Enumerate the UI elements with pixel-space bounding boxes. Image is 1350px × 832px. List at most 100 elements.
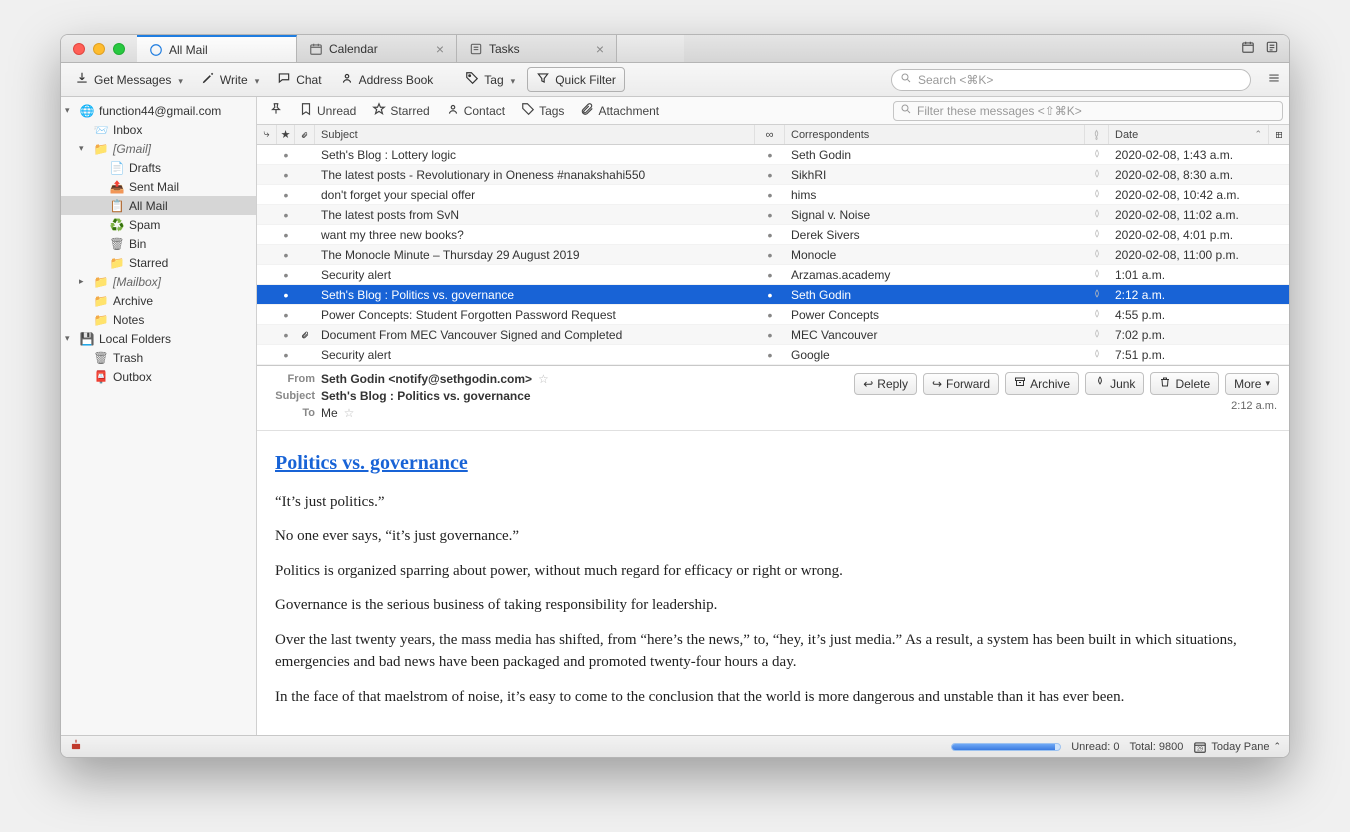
tab-calendar[interactable]: Calendar× [297, 35, 457, 62]
col-thread[interactable]: ⤷ [257, 125, 277, 144]
offline-icon[interactable] [69, 738, 83, 755]
archive-button[interactable]: Archive [1005, 372, 1079, 395]
message-row[interactable]: •don't forget your special offer•hims202… [257, 185, 1289, 205]
col-picker[interactable] [1269, 125, 1289, 144]
junk-indicator [1085, 285, 1109, 304]
chat-label: Chat [296, 73, 321, 87]
filter-unread[interactable]: Unread [293, 100, 362, 121]
star-icon[interactable]: ☆ [344, 406, 355, 420]
today-pane-toggle[interactable]: 29 Today Pane ⌃ [1193, 740, 1281, 754]
message-row[interactable]: •want my three new books?•Derek Sivers20… [257, 225, 1289, 245]
twisty-icon[interactable]: ▾ [65, 333, 75, 344]
tab-tasks[interactable]: Tasks× [457, 35, 617, 62]
folder-starred[interactable]: 📁Starred [61, 253, 256, 272]
folder-function44-gmail-com[interactable]: ▾🌐function44@gmail.com [61, 101, 256, 120]
filter-starred[interactable]: Starred [366, 100, 435, 121]
quick-filter-button[interactable]: Quick Filter [527, 67, 625, 92]
read-dot: • [277, 145, 295, 164]
col-star[interactable]: ★ [277, 125, 295, 144]
zoom-window-button[interactable] [113, 43, 125, 55]
col-date[interactable]: Date⌃ [1109, 125, 1269, 144]
col-attachment[interactable] [295, 125, 315, 144]
message-row[interactable]: •Document From MEC Vancouver Signed and … [257, 325, 1289, 345]
folder-label: Outbox [113, 370, 152, 384]
folder--gmail-[interactable]: ▾📁[Gmail] [61, 139, 256, 158]
dropdown-caret-icon[interactable] [253, 73, 260, 87]
message-row[interactable]: •Power Concepts: Student Forgotten Passw… [257, 305, 1289, 325]
tag-button[interactable]: Tag [459, 68, 521, 91]
message-row[interactable]: •The latest posts - Revolutionary in One… [257, 165, 1289, 185]
message-row[interactable]: •Seth's Blog : Lottery logic•Seth Godin2… [257, 145, 1289, 165]
folder-local-folders[interactable]: ▾💾Local Folders [61, 329, 256, 348]
col-correspondents[interactable]: Correspondents [785, 125, 1085, 144]
close-window-button[interactable] [73, 43, 85, 55]
filter-placeholder: Filter these messages <⇧⌘K> [917, 104, 1082, 118]
col-subject[interactable]: Subject [315, 125, 755, 144]
message-row[interactable]: •The latest posts from SvN•Signal v. Noi… [257, 205, 1289, 225]
twisty-icon[interactable]: ▾ [65, 105, 75, 116]
junk-indicator [1085, 225, 1109, 244]
folder-inbox[interactable]: 📨Inbox [61, 120, 256, 139]
twisty-icon[interactable]: ▾ [79, 143, 89, 154]
chat-button[interactable]: Chat [271, 68, 327, 91]
address-book-button[interactable]: Address Book [334, 68, 440, 91]
minimize-window-button[interactable] [93, 43, 105, 55]
star-icon[interactable]: ☆ [538, 372, 549, 386]
folder-all-mail[interactable]: 📋All Mail [61, 196, 256, 215]
dropdown-caret-icon[interactable] [509, 73, 516, 87]
read-dot: • [277, 305, 295, 324]
message-row[interactable]: •Security alert•Arzamas.academy1:01 a.m. [257, 265, 1289, 285]
preview-body: Politics vs. governance “It’s just polit… [257, 431, 1289, 735]
tasks-icon[interactable] [1265, 40, 1279, 57]
close-tab-icon[interactable]: × [436, 41, 444, 57]
attachment-cell [295, 305, 315, 324]
app-menu-button[interactable] [1267, 71, 1281, 88]
filter-attachment[interactable]: Attachment [574, 100, 665, 121]
delete-button[interactable]: Delete [1150, 372, 1219, 395]
folder-bin[interactable]: 🗑Bin [61, 234, 256, 253]
message-row[interactable]: •The Monocle Minute – Thursday 29 August… [257, 245, 1289, 265]
reply-button[interactable]: ↩Reply [854, 373, 917, 395]
junk-indicator [1085, 145, 1109, 164]
folder-outbox[interactable]: 📮Outbox [61, 367, 256, 386]
article-title-link[interactable]: Politics vs. governance [275, 452, 468, 474]
folder-trash[interactable]: 🗑Trash [61, 348, 256, 367]
folder-label: Inbox [113, 123, 142, 137]
subject-cell: Document From MEC Vancouver Signed and C… [315, 325, 755, 344]
folder-label: Drafts [129, 161, 161, 175]
close-tab-icon[interactable]: × [596, 41, 604, 57]
message-row[interactable]: •Seth's Blog : Politics vs. governance•S… [257, 285, 1289, 305]
junk-button[interactable]: Junk [1085, 372, 1144, 395]
folder-sent-mail[interactable]: 📤Sent Mail [61, 177, 256, 196]
filter-contact[interactable]: Contact [440, 100, 511, 121]
forward-button[interactable]: ↪Forward [923, 373, 999, 395]
col-read-status[interactable]: ∞ [755, 125, 785, 144]
status-bar: Unread: 0 Total: 9800 29 Today Pane ⌃ [61, 735, 1289, 757]
global-search-input[interactable]: Search <⌘K> [891, 69, 1251, 91]
folder-notes[interactable]: 📁Notes [61, 310, 256, 329]
write-button[interactable]: Write [195, 68, 265, 91]
folder-archive[interactable]: 📁Archive [61, 291, 256, 310]
twisty-icon[interactable]: ▸ [79, 276, 89, 287]
correspondent-cell: Monocle [785, 245, 1085, 264]
tab-all-mail[interactable]: All Mail [137, 35, 297, 62]
flame-icon [1094, 376, 1106, 391]
filter-pin-toggle[interactable] [263, 100, 289, 121]
message-row[interactable]: •Security alert•Google7:51 p.m. [257, 345, 1289, 365]
corr-dot: • [755, 305, 785, 324]
folder-icon: 📁 [93, 313, 109, 327]
tab-label: All Mail [169, 43, 208, 57]
dropdown-caret-icon[interactable] [176, 73, 183, 87]
col-junk-status[interactable] [1085, 125, 1109, 144]
folder-drafts[interactable]: 📄Drafts [61, 158, 256, 177]
filter-tags[interactable]: Tags [515, 100, 570, 121]
get-messages-button[interactable]: Get Messages [69, 68, 189, 91]
folder--mailbox-[interactable]: ▸📁[Mailbox] [61, 272, 256, 291]
calendar-icon[interactable] [1241, 40, 1255, 57]
more-menu[interactable]: More ▾ [1225, 373, 1279, 395]
preview-time: 2:12 a.m. [1231, 400, 1277, 412]
to-label: To [267, 407, 315, 419]
get-messages-label: Get Messages [94, 73, 171, 87]
filter-messages-input[interactable]: Filter these messages <⇧⌘K> [893, 101, 1283, 121]
folder-spam[interactable]: ♻️Spam [61, 215, 256, 234]
